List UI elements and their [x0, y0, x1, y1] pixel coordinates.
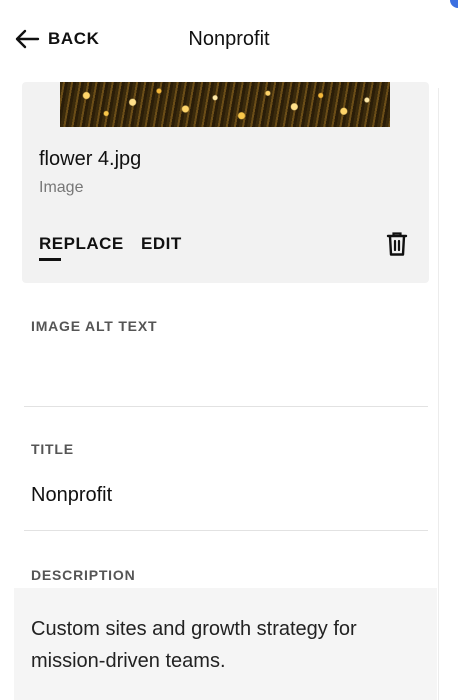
alt-text-divider: [24, 406, 428, 407]
replace-focus-underline: [39, 258, 61, 261]
trash-icon: [386, 231, 408, 257]
alt-text-label: IMAGE ALT TEXT: [31, 318, 158, 334]
description-text: Custom sites and growth strategy for mis…: [31, 618, 357, 672]
description-input[interactable]: Custom sites and growth strategy for mis…: [14, 588, 437, 700]
title-divider: [24, 530, 428, 531]
panel-header: BACK Nonprofit: [0, 0, 458, 78]
alt-text-input[interactable]: [24, 340, 428, 404]
title-label: TITLE: [31, 441, 74, 457]
image-file-type: Image: [39, 179, 84, 196]
title-input[interactable]: Nonprofit: [31, 484, 112, 507]
image-card: flower 4.jpg Image REPLACE EDIT: [22, 82, 429, 283]
delete-image-button[interactable]: [386, 231, 408, 257]
image-thumbnail[interactable]: [60, 82, 390, 127]
replace-button[interactable]: REPLACE: [39, 234, 124, 254]
panel-edge-divider: [438, 88, 439, 700]
image-file-name: flower 4.jpg: [39, 148, 142, 170]
page-title: Nonprofit: [188, 28, 270, 50]
edit-button[interactable]: EDIT: [141, 234, 182, 254]
description-label: DESCRIPTION: [31, 567, 136, 583]
